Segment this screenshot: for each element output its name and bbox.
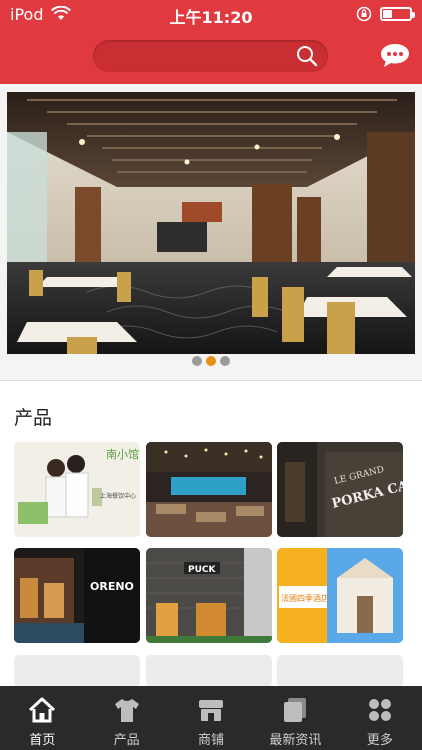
status-bar: iPod 上午11:20 (0, 0, 422, 28)
tab-label: 产品 (113, 733, 140, 748)
news-icon (284, 698, 307, 722)
product-tile[interactable]: 南小馆 上海餐饮中心 (14, 442, 140, 537)
carrier-label: iPod (10, 4, 44, 24)
banner-image[interactable] (7, 92, 415, 354)
tab-more[interactable]: 更多 (338, 686, 422, 750)
carousel-dot[interactable] (192, 356, 202, 366)
tab-label: 首页 (29, 733, 56, 748)
products-section: 产品 南小馆 上海餐饮中心 LE GRAND PORKA CAFÉ ORENO … (0, 380, 422, 687)
chat-icon[interactable] (380, 42, 410, 68)
product-tile[interactable] (146, 442, 272, 537)
app-header: iPod 上午11:20 (0, 0, 422, 84)
search-icon[interactable] (296, 45, 318, 67)
tile-sign: 法國四季酒店 (281, 593, 329, 603)
section-title: 产品 (14, 407, 53, 429)
product-tile[interactable]: 法國四季酒店 (277, 548, 403, 643)
battery-icon (380, 7, 415, 21)
more-icon (368, 699, 391, 721)
home-icon (29, 697, 56, 723)
tab-store[interactable]: 商铺 (169, 686, 253, 750)
tab-label: 商铺 (198, 733, 225, 748)
wifi-icon (51, 6, 72, 20)
carousel-indicator (0, 356, 422, 366)
store-icon (199, 700, 224, 721)
tab-home[interactable]: 首页 (0, 686, 84, 750)
tile-caption: 上海餐饮中心 (100, 492, 136, 500)
bottom-tab-bar: 首页 产品 商铺 最新资讯 更多 (0, 686, 422, 750)
banner-carousel[interactable] (0, 84, 422, 380)
product-tile-placeholder[interactable] (14, 655, 140, 687)
product-tile[interactable]: LE GRAND PORKA CAFÉ (277, 442, 403, 537)
product-tile-placeholder[interactable] (277, 655, 403, 687)
shirt-icon (114, 699, 139, 722)
search-input[interactable] (93, 40, 328, 72)
orientation-lock-icon (356, 6, 372, 22)
carousel-dot[interactable] (220, 356, 230, 366)
product-tile[interactable]: ORENO (14, 548, 140, 643)
tile-sign: ORENO (90, 580, 134, 593)
carousel-dot-active[interactable] (206, 356, 216, 366)
tab-label: 最新资讯 (269, 733, 322, 748)
tile-sign: 南小馆 (106, 447, 139, 461)
product-tile[interactable]: PUCK (146, 548, 272, 643)
tab-label: 更多 (366, 733, 393, 748)
status-time: 上午11:20 (169, 8, 253, 27)
tab-news[interactable]: 最新资讯 (253, 686, 337, 750)
tile-sign: PUCK (188, 565, 217, 575)
product-tile-placeholder[interactable] (146, 655, 272, 687)
tab-products[interactable]: 产品 (84, 686, 168, 750)
